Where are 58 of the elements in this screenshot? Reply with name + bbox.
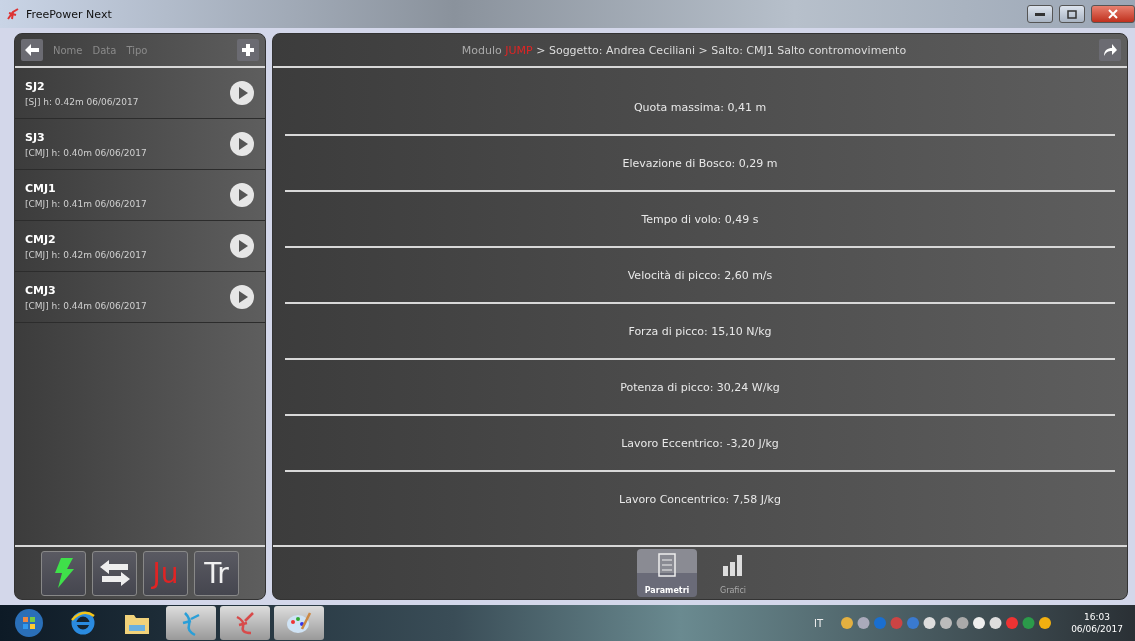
windows-logo-icon: [14, 608, 44, 638]
parameter-value: Elevazione di Bosco: 0,29 m: [285, 136, 1115, 192]
jump-name: CMJ2: [25, 232, 57, 246]
minimize-icon: [1035, 12, 1045, 16]
jump-name: SJ2: [25, 79, 46, 93]
back-arrow-icon: [25, 44, 39, 56]
module-button[interactable]: Tr: [194, 550, 239, 596]
play-icon[interactable]: [229, 284, 255, 310]
close-icon: [1108, 9, 1118, 19]
maximize-icon: [1067, 9, 1077, 19]
parameter-value: Potenza di picco: 30,24 W/kg: [285, 360, 1115, 416]
jump-name: CMJ1: [25, 181, 57, 195]
parameter-value: Forza di picco: 15,10 N/kg: [285, 304, 1115, 360]
language-indicator[interactable]: IT: [814, 617, 824, 629]
jump-detail: [CMJ] h: 0.44m 06/06/2017: [25, 300, 148, 311]
minimize-button[interactable]: [1027, 5, 1053, 23]
palette-icon: [286, 611, 312, 635]
forward-arrow-icon: [1103, 44, 1117, 56]
bolt-button[interactable]: [41, 550, 86, 596]
jump-list-item[interactable]: CMJ1 [CMJ] h: 0.41m 06/06/2017: [15, 170, 265, 221]
bar-chart-icon: [721, 553, 745, 577]
view-tab[interactable]: Grafici: [703, 549, 763, 597]
parameter-value: Quota massima: 0,41 m: [285, 80, 1115, 136]
share-button[interactable]: [1099, 39, 1121, 61]
app-logo-icon: [6, 7, 20, 21]
play-icon[interactable]: [229, 233, 255, 259]
swap-button[interactable]: [92, 550, 137, 596]
clock[interactable]: 16:03 06/06/2017: [1071, 612, 1123, 634]
lightning-icon: [52, 558, 75, 588]
add-button[interactable]: [237, 39, 259, 61]
play-icon[interactable]: [229, 80, 255, 106]
jump-list-item[interactable]: CMJ3 [CMJ] h: 0.44m 06/06/2017: [15, 272, 265, 323]
jump-detail: [CMJ] h: 0.40m 06/06/2017: [25, 147, 148, 158]
jump-detail: [SJ] h: 0.42m 06/06/2017: [25, 96, 140, 107]
plus-icon: [242, 44, 254, 56]
jump-detail: [CMJ] h: 0.42m 06/06/2017: [25, 249, 148, 260]
jump-list-item[interactable]: CMJ2 [CMJ] h: 0.42m 06/06/2017: [15, 221, 265, 272]
jump-name: SJ3: [25, 130, 46, 144]
breadcrumb: Modulo JUMP > Soggetto: Andrea Ceciliani > Salto: CMJ1 Salto contromovimento: [460, 43, 908, 57]
list-icon: [658, 553, 676, 577]
jump-name: CMJ3: [25, 283, 57, 297]
play-icon[interactable]: [229, 182, 255, 208]
play-icon[interactable]: [229, 131, 255, 157]
maximize-button[interactable]: [1059, 5, 1085, 23]
app-taskbar-button[interactable]: [220, 606, 270, 640]
swap-arrows-icon: [99, 560, 130, 586]
back-button[interactable]: [21, 39, 43, 61]
parameter-value: Lavoro Eccentrico: -3,20 J/kg: [285, 416, 1115, 472]
parameter-value: Tempo di volo: 0,49 s: [285, 192, 1115, 248]
parameter-value: Velocità di picco: 2,60 m/s: [285, 248, 1115, 304]
jump-list-item[interactable]: SJ2 [SJ] h: 0.42m 06/06/2017: [15, 68, 265, 119]
window-title: FreePower Next: [26, 7, 113, 21]
jump-detail: [CMJ] h: 0.41m 06/06/2017: [25, 198, 148, 209]
parameter-value: Lavoro Concentrico: 7,58 J/kg: [618, 491, 782, 508]
browser-icon: [70, 610, 96, 636]
view-tab[interactable]: Parametri: [637, 549, 697, 597]
close-button[interactable]: [1091, 5, 1135, 23]
jump-list-item[interactable]: SJ3 [CMJ] h: 0.40m 06/06/2017: [15, 119, 265, 170]
